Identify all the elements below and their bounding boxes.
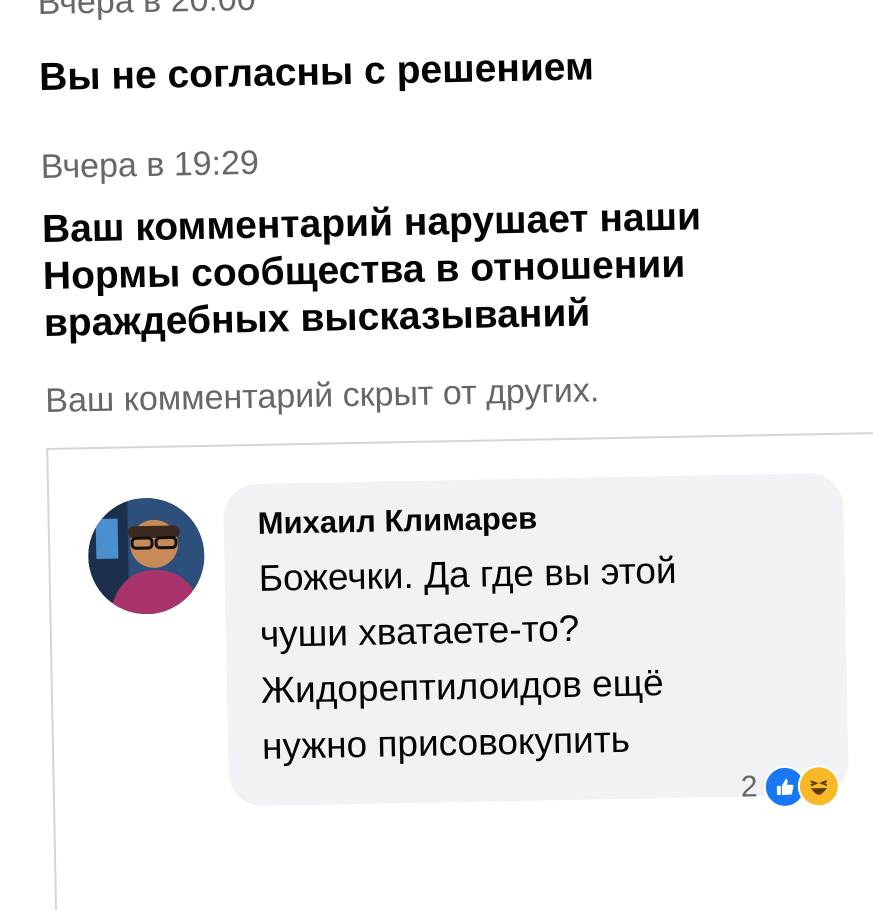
comment-author[interactable]: Михаил Климарев [257,501,537,542]
comment-text: Божечки. Да где вы этой чуши хватаете-то… [258,540,822,775]
notification-title[interactable]: Вы не согласны с решением [39,43,595,101]
notification-time: Вчера в 20:00 [37,0,257,23]
notification-panel: Вчера в 20:00 Вы не согласны с решением … [0,0,873,910]
notification-title[interactable]: Ваш комментарий нарушает наши Нормы сооб… [42,193,704,347]
haha-icon [797,764,840,808]
reaction-count: 2 [740,770,758,804]
comment-text-line: нужно присовокупить [261,718,631,767]
reactions-summary[interactable]: 2 [740,764,840,809]
notification-subtitle: Ваш комментарий скрыт от других. [44,371,600,420]
notification-time: Вчера в 19:29 [40,143,260,187]
